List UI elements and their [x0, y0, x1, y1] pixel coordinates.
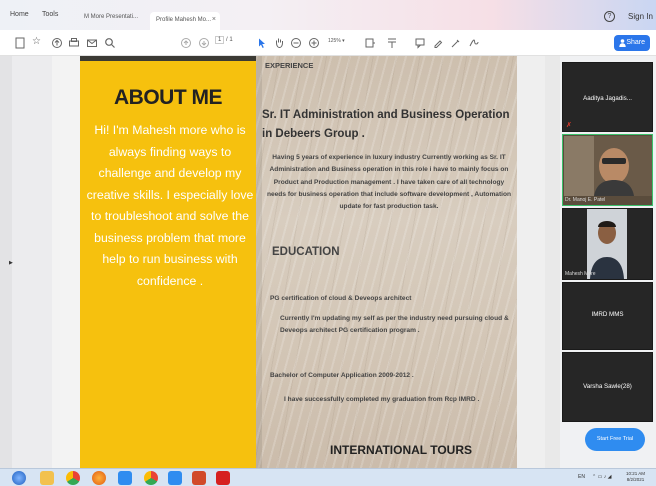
pdf-toolbar: ☆ 1 / 1 125% ▾ Share [0, 30, 656, 56]
browser-tab-bar: Home Tools M More Presentati... Profile … [0, 0, 656, 30]
page-indicator: 1 / 1 [215, 36, 233, 44]
share-button[interactable]: Share [614, 35, 650, 51]
tray-icons[interactable]: ⌃ ▭ ♪ ◢ [592, 474, 611, 480]
file-explorer-icon[interactable] [40, 471, 54, 485]
powerpoint-icon[interactable] [192, 471, 206, 485]
bca-degree: Bachelor of Computer Application 2009-20… [270, 372, 414, 379]
tab-presentation[interactable]: M More Presentati... [78, 10, 148, 26]
clock[interactable]: 10:21 AM 8/2/2021 [626, 471, 645, 483]
comment-icon[interactable] [414, 37, 426, 49]
zoom-app-icon[interactable] [168, 471, 182, 485]
highlight-icon[interactable] [432, 37, 444, 49]
menu-tools[interactable]: Tools [42, 11, 58, 18]
share-label: Share [626, 39, 645, 46]
tours-heading: INTERNATIONAL TOURS [330, 443, 473, 457]
menu-home[interactable]: Home [10, 11, 29, 18]
chrome-icon[interactable] [144, 471, 158, 485]
fit-page-icon[interactable] [364, 37, 376, 49]
scroll-mode-icon[interactable] [386, 37, 398, 49]
about-panel-top-band [80, 56, 256, 61]
muted-mic-icon: ✗ [566, 122, 572, 129]
firefox-icon[interactable] [92, 471, 106, 485]
zoom-in-icon[interactable] [308, 37, 320, 49]
participant-tile-speaking[interactable]: Dr. Manoj E. Patel [562, 134, 653, 206]
tab-label: M More Presentati... [84, 14, 139, 20]
tab-profile[interactable]: Profile Mahesh Mo... × [150, 12, 220, 30]
zoom-value: 125% [328, 38, 341, 44]
chrome-icon[interactable] [66, 471, 80, 485]
expand-panel-icon[interactable]: ▶ [9, 260, 13, 266]
tab-label: Profile Mahesh Mo... [156, 17, 212, 23]
education-heading: EDUCATION [272, 246, 340, 258]
upload-icon[interactable] [51, 37, 63, 49]
pg-certification: PG certification of cloud & Deveops arch… [270, 295, 412, 302]
close-tab-icon[interactable]: × [212, 16, 216, 23]
participant-video [564, 136, 652, 196]
bca-description: I have successfully completed my graduat… [284, 396, 480, 403]
participant-video [587, 209, 627, 279]
zoom-select[interactable]: 125% ▾ [328, 38, 345, 44]
job-title: Sr. IT Administration and Business Opera… [262, 109, 510, 140]
page-margin [52, 56, 81, 468]
about-title: ABOUT ME [114, 86, 223, 109]
participant-name: Dr. Manoj E. Patel [565, 197, 606, 203]
page-number-input[interactable]: 1 [215, 36, 225, 44]
participant-name: IMRD MMS [591, 311, 624, 318]
search-icon[interactable] [104, 37, 116, 49]
page-total: / 1 [226, 37, 233, 43]
vertical-scrollbar[interactable] [545, 56, 560, 468]
participant-name: Aaditya Jagadis... [583, 95, 632, 102]
sign-in-link[interactable]: Sign In [628, 12, 653, 21]
start-free-trial-button[interactable]: Start Free Trial [585, 428, 645, 451]
experience-heading: EXPERIENCE [265, 61, 314, 70]
pg-description: Currently I'm updating my self as per th… [280, 315, 509, 334]
draw-icon[interactable] [450, 37, 462, 49]
participant-tile[interactable]: Varsha Sawle(28) [562, 352, 653, 422]
participant-tile[interactable]: Mahesh More [562, 208, 653, 280]
person-icon [619, 39, 626, 47]
participant-tile[interactable]: Aaditya Jagadis... ✗ [562, 62, 653, 132]
start-button-icon[interactable] [12, 471, 26, 485]
about-text: Hi! I'm Mahesh more who is always findin… [86, 123, 254, 288]
previous-page-icon[interactable] [180, 37, 192, 49]
participant-name: Varsha Sawle(28) [583, 383, 632, 390]
star-icon[interactable]: ☆ [32, 36, 41, 48]
zoom-app-icon[interactable] [118, 471, 132, 485]
print-icon[interactable] [68, 37, 80, 49]
language-indicator[interactable]: EN [578, 474, 585, 480]
pdf-reader-icon[interactable] [216, 471, 230, 485]
participant-tile[interactable]: IMRD MMS [562, 282, 653, 350]
participant-name: Mahesh More [565, 271, 596, 277]
file-icon[interactable] [14, 37, 26, 49]
mail-icon[interactable] [86, 37, 98, 49]
sign-icon[interactable] [468, 37, 480, 49]
clock-date: 8/2/2021 [626, 477, 645, 482]
next-page-icon[interactable] [198, 37, 210, 49]
hand-icon[interactable] [273, 37, 285, 49]
zoom-out-icon[interactable] [290, 37, 302, 49]
job-description: Having 5 years of experience in luxury i… [266, 154, 512, 211]
help-icon[interactable]: ? [604, 11, 615, 22]
taskbar: EN ⌃ ▭ ♪ ◢ 10:21 AM 8/2/2021 [0, 468, 656, 486]
cursor-icon[interactable] [256, 37, 268, 49]
